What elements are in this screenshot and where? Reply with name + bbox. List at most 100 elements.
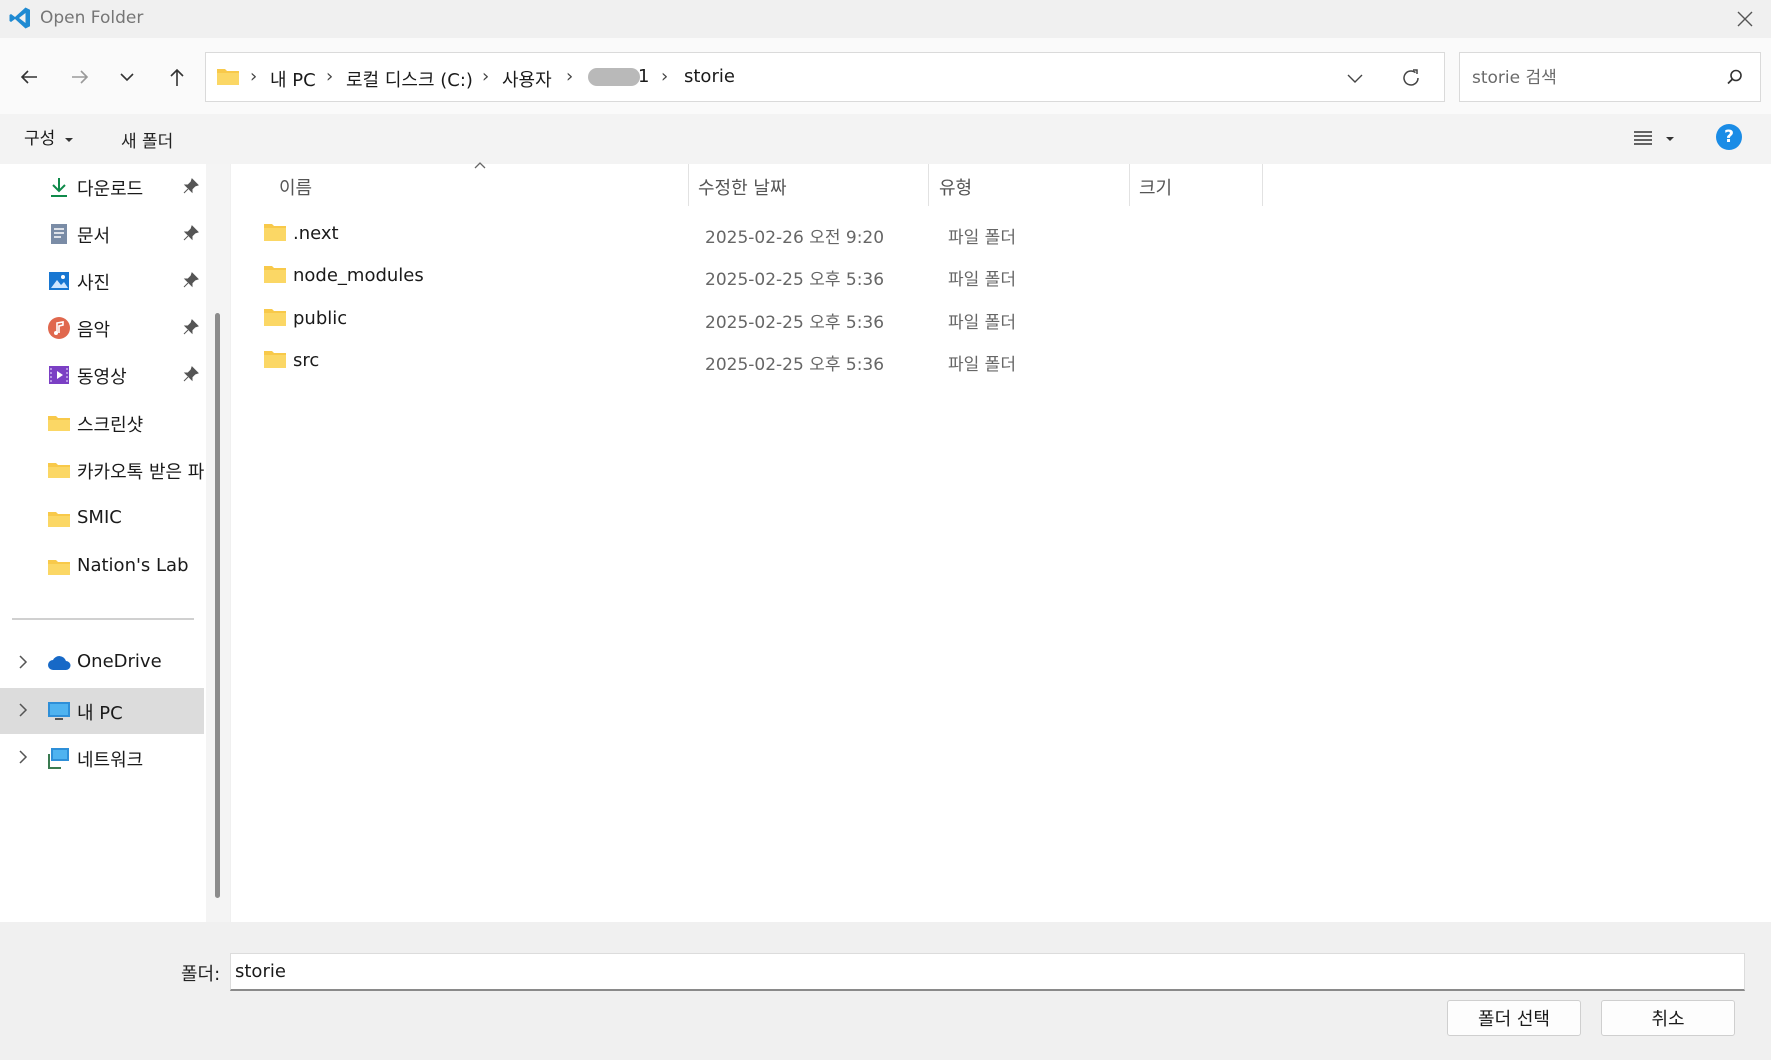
folder-name-input[interactable] — [230, 953, 1745, 991]
sidebar-item-label: 카카오톡 받은 파 — [77, 462, 205, 483]
file-type: 파일 폴더 — [948, 228, 1016, 248]
view-options-button[interactable] — [1633, 126, 1683, 152]
refresh-icon[interactable] — [1400, 67, 1422, 89]
sidebar-item-screenshots[interactable]: 스크린샷 — [0, 400, 204, 446]
column-divider[interactable] — [928, 164, 929, 206]
address-dropdown-icon[interactable] — [1346, 69, 1364, 87]
footer-panel — [0, 922, 1771, 1060]
file-type: 파일 폴더 — [948, 270, 1016, 290]
folder-icon — [217, 69, 239, 85]
file-modified: 2025-02-26 오전 9:20 — [705, 228, 885, 248]
forward-button[interactable] — [63, 60, 97, 94]
breadcrumb-my-pc[interactable]: 내 PC — [270, 66, 316, 92]
sidebar-item-label: OneDrive — [77, 651, 162, 672]
search-input[interactable] — [1470, 63, 1714, 93]
sidebar-item-music[interactable]: 음악 — [0, 305, 204, 351]
sidebar-item-onedrive[interactable]: OneDrive — [0, 640, 204, 686]
file-row[interactable]: public 2025-02-25 오후 5:36 파일 폴더 — [231, 297, 1771, 339]
file-row[interactable]: node_modules 2025-02-25 오후 5:36 파일 폴더 — [231, 254, 1771, 296]
pin-icon[interactable] — [183, 319, 199, 335]
chevron-right-icon[interactable] — [14, 653, 32, 671]
sidebar-item-smic[interactable]: SMIC — [0, 496, 204, 542]
address-bar[interactable]: › 내 PC › 로컬 디스크 (C:) › 사용자 › 1 › storie — [205, 52, 1445, 102]
file-row[interactable]: src 2025-02-25 오후 5:36 파일 폴더 — [231, 339, 1771, 381]
organize-button[interactable]: 구성 — [24, 124, 74, 152]
breadcrumb-local-disk[interactable]: 로컬 디스크 (C:) — [346, 66, 473, 92]
sidebar-item-videos[interactable]: 동영상 — [0, 352, 204, 398]
sidebar-item-pictures[interactable]: 사진 — [0, 258, 204, 304]
pin-icon[interactable] — [183, 178, 199, 194]
sidebar-item-documents[interactable]: 문서 — [0, 211, 204, 257]
monitor-icon — [48, 702, 70, 720]
column-header-modified[interactable]: 수정한 날짜 — [698, 174, 787, 200]
chevron-right-icon[interactable] — [14, 701, 32, 719]
sidebar-item-label: Nation's Lab — [77, 555, 189, 576]
file-name: public — [293, 308, 348, 329]
help-button[interactable]: ? — [1716, 124, 1742, 150]
network-icon — [48, 748, 69, 769]
folder-icon — [48, 463, 70, 478]
folder-icon — [264, 266, 286, 283]
picture-icon — [49, 272, 69, 290]
chevron-down-icon — [120, 73, 134, 82]
column-divider[interactable] — [1262, 164, 1263, 206]
breadcrumb-separator: › — [250, 66, 258, 87]
caret-down-icon — [65, 137, 74, 142]
breadcrumb-user[interactable]: 1 — [638, 66, 649, 87]
column-header-name[interactable]: 이름 — [279, 174, 312, 200]
search-box[interactable] — [1459, 52, 1761, 102]
column-divider[interactable] — [1129, 164, 1130, 206]
sidebar-item-nations-lab[interactable]: Nation's Lab — [0, 544, 204, 590]
search-icon[interactable] — [1726, 68, 1744, 86]
folder-icon — [48, 512, 70, 527]
breadcrumb-separator: › — [661, 66, 669, 87]
breadcrumb-separator: › — [326, 66, 334, 87]
file-modified: 2025-02-25 오후 5:36 — [705, 270, 885, 290]
close-icon — [1737, 11, 1753, 27]
document-icon — [51, 224, 67, 244]
file-name: src — [293, 350, 320, 371]
breadcrumb-users[interactable]: 사용자 — [502, 66, 552, 92]
recent-locations-button[interactable] — [110, 60, 144, 94]
video-icon — [49, 366, 69, 384]
folder-icon — [264, 351, 286, 368]
cloud-icon — [48, 656, 71, 670]
breadcrumb-separator: › — [566, 66, 574, 87]
folder-icon — [264, 309, 286, 326]
up-button[interactable] — [160, 60, 194, 94]
sort-ascending-icon — [474, 162, 486, 169]
help-icon: ? — [1724, 127, 1734, 147]
pin-icon[interactable] — [183, 272, 199, 288]
breadcrumb-storie[interactable]: storie — [684, 66, 735, 87]
sidebar-scrollbar-thumb[interactable] — [215, 313, 220, 898]
organize-label: 구성 — [24, 129, 56, 149]
cancel-button[interactable]: 취소 — [1601, 1000, 1735, 1036]
download-icon — [51, 178, 67, 197]
column-header-size[interactable]: 크기 — [1139, 174, 1172, 200]
file-modified: 2025-02-25 오후 5:36 — [705, 355, 885, 375]
new-folder-button[interactable]: 새 폴더 — [121, 127, 173, 152]
sidebar-item-my-pc[interactable]: 내 PC — [0, 688, 204, 734]
pin-icon[interactable] — [183, 225, 199, 241]
vscode-logo-icon — [9, 7, 30, 29]
sidebar-divider — [12, 618, 194, 620]
up-arrow-icon — [170, 68, 184, 86]
back-button[interactable] — [12, 60, 46, 94]
file-row[interactable]: .next 2025-02-26 오전 9:20 파일 폴더 — [231, 212, 1771, 254]
folder-icon — [264, 224, 286, 241]
pin-icon[interactable] — [183, 366, 199, 382]
file-type: 파일 폴더 — [948, 355, 1016, 375]
file-type: 파일 폴더 — [948, 313, 1016, 333]
close-button[interactable] — [1728, 4, 1762, 34]
chevron-right-icon[interactable] — [14, 748, 32, 766]
select-folder-button[interactable]: 폴더 선택 — [1447, 1000, 1581, 1036]
forward-arrow-icon — [72, 70, 89, 84]
sidebar-item-downloads[interactable]: 다운로드 — [0, 164, 204, 210]
sidebar-item-kakaotalk[interactable]: 카카오톡 받은 파 — [0, 447, 204, 493]
sidebar-item-network[interactable]: 네트워크 — [0, 735, 204, 781]
title-bar: Open Folder — [0, 0, 1771, 38]
column-header-type[interactable]: 유형 — [939, 174, 972, 200]
caret-down-icon — [1666, 137, 1674, 141]
column-divider[interactable] — [688, 164, 689, 206]
breadcrumb-separator: › — [482, 66, 490, 87]
